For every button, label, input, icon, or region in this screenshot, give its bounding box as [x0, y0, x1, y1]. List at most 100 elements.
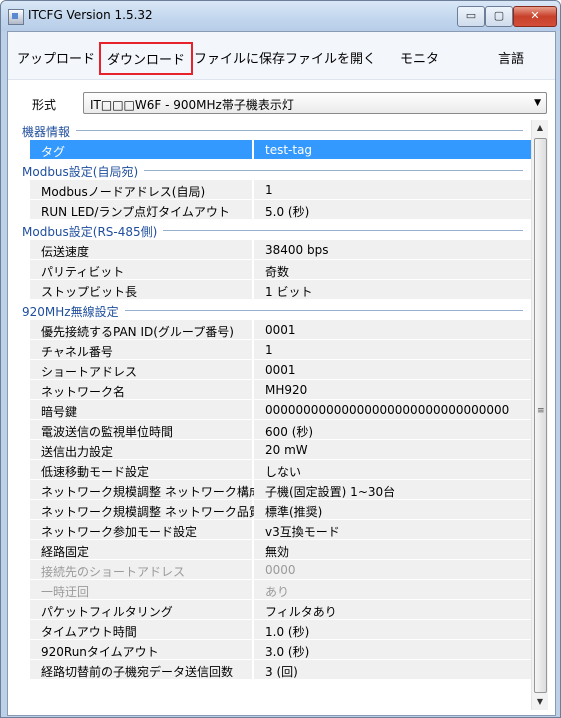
property-row[interactable]: 優先接続するPAN ID(グループ番号) 0001 [18, 320, 531, 340]
property-name-cell: 920Runタイムアウト [30, 640, 252, 660]
scroll-down-arrow-icon[interactable]: ▼ [532, 694, 548, 710]
property-name-cell: チャネル番号 [30, 340, 252, 360]
property-name: パケットフィルタリング [41, 605, 173, 619]
property-row[interactable]: Modbusノードアドレス(自局) 1 [18, 180, 531, 200]
property-value-cell[interactable]: 3 (回) [254, 660, 531, 680]
property-name: 暗号鍵 [41, 405, 78, 419]
property-value: フィルタあり [265, 605, 337, 619]
property-value-cell[interactable]: しない [254, 460, 531, 480]
property-value-cell[interactable]: あり [254, 580, 531, 600]
dropdown-arrow-icon[interactable]: ▼ [534, 98, 541, 108]
menu-open-file[interactable]: ファイルを開く [285, 48, 376, 67]
property-row[interactable]: ネットワーク参加モード設定 v3互換モード [18, 520, 531, 540]
property-value-cell[interactable]: 奇数 [254, 260, 531, 280]
title-bar[interactable]: ITCFG Version 1.5.32 ▭ ▢ ✕ [1, 1, 560, 31]
property-row[interactable]: 一時迂回 あり [18, 580, 531, 600]
property-name: 経路切替前の子機宛データ送信回数 [41, 665, 234, 679]
property-value-cell[interactable]: 1.0 (秒) [254, 620, 531, 640]
property-name: ネットワーク名 [41, 385, 126, 399]
menu-download[interactable]: ダウンロード [99, 42, 194, 75]
property-row[interactable]: ショートアドレス 0001 [18, 360, 531, 380]
property-row[interactable]: 暗号鍵 00000000000000000000000000000000 [18, 400, 531, 420]
property-value-cell[interactable]: フィルタあり [254, 600, 531, 620]
property-value-cell[interactable]: 無効 [254, 540, 531, 560]
property-name: 920Runタイムアウト [41, 645, 159, 659]
property-row[interactable]: ネットワーク名 MH920 [18, 380, 531, 400]
property-value-cell[interactable]: test-tag [254, 140, 531, 160]
property-name-cell: ネットワーク規模調整 ネットワーク構成 [30, 480, 261, 500]
property-value-cell[interactable]: 38400 bps [254, 240, 531, 260]
property-row[interactable]: 伝送速度 38400 bps [18, 240, 531, 260]
property-value-cell[interactable]: 0001 [254, 360, 531, 380]
client-area: アップロード ダウンロード ファイルに保存 ファイルを開く モニタ 言語 形式 … [7, 31, 556, 716]
close-button[interactable]: ✕ [513, 6, 557, 27]
property-row[interactable]: 920Runタイムアウト 3.0 (秒) [18, 640, 531, 660]
property-value-cell[interactable]: 標準(推奨) [254, 500, 531, 520]
property-row[interactable]: ストップビット長 1 ビット [18, 280, 531, 300]
property-row[interactable]: 送信出力設定 20 mW [18, 440, 531, 460]
property-row[interactable]: タグ test-tag [18, 140, 531, 160]
property-name-cell: ネットワーク名 [30, 380, 252, 400]
property-value-cell[interactable]: 3.0 (秒) [254, 640, 531, 660]
category-header[interactable]: 機器情報 [18, 120, 531, 140]
property-name: ストップビット長 [41, 285, 138, 299]
property-value-cell[interactable]: 600 (秒) [254, 420, 531, 440]
property-value-cell[interactable]: 0000 [254, 560, 531, 580]
menu-monitor[interactable]: モニタ [400, 48, 439, 67]
property-value-cell[interactable]: v3互換モード [254, 520, 531, 540]
property-value-cell[interactable]: 00000000000000000000000000000000 [254, 400, 531, 420]
category-header[interactable]: 920MHz無線設定 [18, 300, 531, 320]
property-name: ネットワーク規模調整 ネットワーク構成 [41, 485, 261, 499]
property-name: ネットワーク規模調整 ネットワーク品質設定 [41, 505, 285, 519]
property-name: ネットワーク参加モード設定 [41, 525, 198, 539]
model-select[interactable]: IT□□□W6F - 900MHz帯子機表示灯 ▼ [83, 92, 547, 114]
property-name: 一時迂回 [41, 585, 90, 599]
property-name-cell: ストップビット長 [30, 280, 252, 300]
property-name-cell: 電波送信の監視単位時間 [30, 420, 252, 440]
property-value-cell[interactable]: 1 ビット [254, 280, 531, 300]
property-value-cell[interactable]: 5.0 (秒) [254, 200, 531, 220]
property-row[interactable]: 接続先のショートアドレス 0000 [18, 560, 531, 580]
scroll-up-arrow-icon[interactable]: ▲ [532, 120, 548, 136]
property-name: 電波送信の監視単位時間 [41, 425, 174, 439]
property-row[interactable]: パリティビット 奇数 [18, 260, 531, 280]
menu-language[interactable]: 言語 [498, 48, 524, 67]
property-name-cell: 暗号鍵 [30, 400, 252, 420]
property-value-cell[interactable]: MH920 [254, 380, 531, 400]
menu-upload[interactable]: アップロード [17, 48, 95, 67]
maximize-button[interactable]: ▢ [485, 6, 513, 27]
property-name-cell: 低速移動モード設定 [30, 460, 252, 480]
property-value-cell[interactable]: 20 mW [254, 440, 531, 460]
property-row[interactable]: ネットワーク規模調整 ネットワーク品質設定 標準(推奨) [18, 500, 531, 520]
property-value-cell[interactable]: 1 [254, 340, 531, 360]
minimize-button[interactable]: ▭ [457, 6, 485, 27]
property-value: MH920 [265, 383, 308, 397]
property-value-cell[interactable]: 子機(固定設置) 1~30台 [254, 480, 531, 500]
property-value: 奇数 [265, 265, 290, 279]
property-row[interactable]: チャネル番号 1 [18, 340, 531, 360]
property-value: 0000 [265, 563, 296, 577]
property-value-cell[interactable]: 1 [254, 180, 531, 200]
property-name-cell: RUN LED/ランプ点灯タイムアウト [30, 200, 252, 220]
property-name-cell: タイムアウト時間 [30, 620, 252, 640]
property-value: 3.0 (秒) [265, 645, 310, 659]
scroll-thumb[interactable]: ≡ [534, 138, 547, 693]
category-title: 920MHz無線設定 [22, 305, 119, 319]
menu-save-file[interactable]: ファイルに保存 [194, 48, 285, 67]
property-row[interactable]: 経路切替前の子機宛データ送信回数 3 (回) [18, 660, 531, 680]
property-row[interactable]: RUN LED/ランプ点灯タイムアウト 5.0 (秒) [18, 200, 531, 220]
category-header[interactable]: Modbus設定(自局宛) [18, 160, 531, 180]
property-row[interactable]: 電波送信の監視単位時間 600 (秒) [18, 420, 531, 440]
property-value: 子機(固定設置) 1~30台 [265, 485, 396, 499]
property-row[interactable]: タイムアウト時間 1.0 (秒) [18, 620, 531, 640]
vertical-scrollbar[interactable]: ▲ ≡ ▼ [531, 120, 548, 710]
property-value-cell[interactable]: 0001 [254, 320, 531, 340]
property-name: 接続先のショートアドレス [41, 565, 186, 579]
category-header[interactable]: Modbus設定(RS-485側) [18, 220, 531, 240]
property-row[interactable]: 経路固定 無効 [18, 540, 531, 560]
property-row[interactable]: パケットフィルタリング フィルタあり [18, 600, 531, 620]
property-value: 無効 [265, 545, 290, 559]
property-row[interactable]: ネットワーク規模調整 ネットワーク構成 子機(固定設置) 1~30台 [18, 480, 531, 500]
property-row[interactable]: 低速移動モード設定 しない [18, 460, 531, 480]
property-value: 38400 bps [265, 243, 329, 257]
